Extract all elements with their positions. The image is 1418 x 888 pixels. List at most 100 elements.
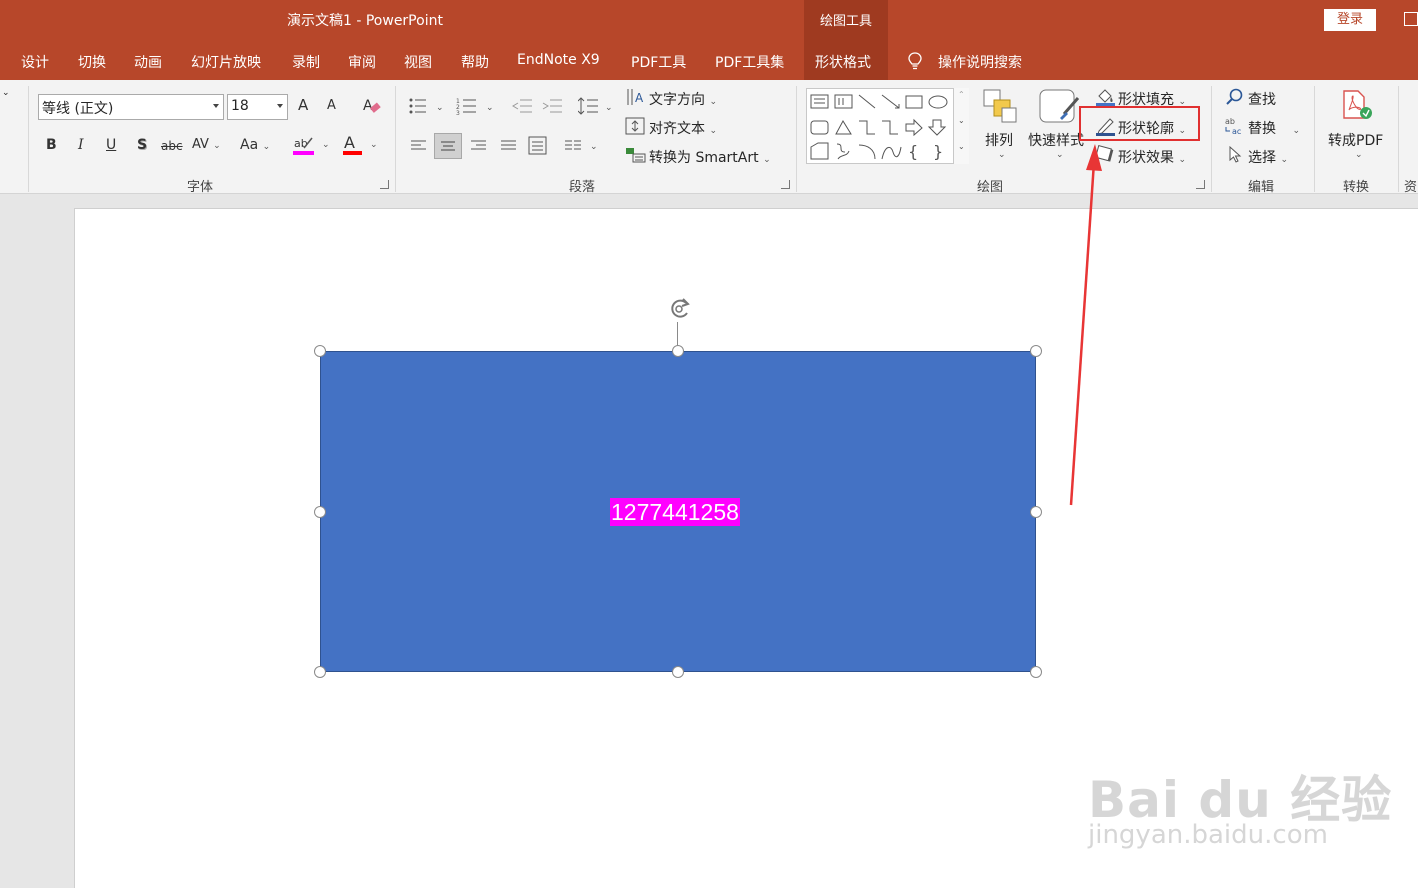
- character-spacing-button[interactable]: AV ⌄: [192, 137, 221, 152]
- font-name-value: 等线 (正文): [42, 101, 114, 117]
- login-button[interactable]: 登录: [1324, 9, 1376, 31]
- svg-text:⌄: ⌄: [322, 140, 330, 150]
- resize-handle-left[interactable]: [314, 506, 326, 518]
- highlight-color-icon[interactable]: ab ⌄: [292, 134, 332, 156]
- line-spacing-icon[interactable]: ⌄: [578, 96, 614, 116]
- restore-window-icon[interactable]: [1404, 12, 1418, 26]
- svg-text:⌄: ⌄: [486, 103, 494, 113]
- decrease-indent-icon[interactable]: [512, 98, 534, 116]
- title-bar: 演示文稿1 - PowerPoint 绘图工具 登录: [0, 0, 1418, 80]
- convert-group-label: 转换: [1343, 180, 1370, 195]
- grow-font-button[interactable]: A: [298, 96, 308, 114]
- resize-handle-bottom[interactable]: [672, 666, 684, 678]
- replace-button[interactable]: 替换 ⌄: [1248, 118, 1300, 138]
- gallery-down-icon[interactable]: ⌄: [958, 116, 965, 125]
- svg-text:⌄: ⌄: [605, 103, 613, 113]
- align-text-icon[interactable]: [625, 116, 647, 136]
- divider: [1398, 86, 1399, 192]
- ribbon-collapse-chevron-icon[interactable]: ⌄: [2, 88, 10, 98]
- svg-text:}: }: [933, 142, 943, 161]
- divider: [1314, 86, 1315, 192]
- italic-button[interactable]: I: [78, 137, 84, 153]
- cut-off-group-label: 资: [1404, 180, 1418, 195]
- shape-effects-button[interactable]: 形状效果 ⌄: [1118, 147, 1186, 167]
- shapes-gallery-icons: { }: [810, 94, 948, 161]
- align-right-icon[interactable]: [470, 138, 488, 154]
- numbering-icon[interactable]: 1 2 3 ⌄: [456, 96, 496, 116]
- drawing-group-label: 绘图: [977, 180, 1004, 195]
- tab-pdf-tools[interactable]: PDF工具: [631, 52, 686, 72]
- align-center-button[interactable]: [434, 133, 462, 159]
- font-size-value: 18: [231, 98, 249, 114]
- context-tab-label: 绘图工具: [819, 14, 872, 29]
- font-color-icon[interactable]: A ⌄: [342, 134, 382, 156]
- convert-smartart-label: 转换为 SmartArt: [649, 150, 759, 166]
- select-cursor-icon[interactable]: [1228, 146, 1244, 164]
- text-shadow-button[interactable]: S: [137, 137, 147, 153]
- distributed-icon[interactable]: [528, 136, 548, 156]
- find-button[interactable]: 查找: [1248, 89, 1276, 109]
- drawing-dialog-launcher[interactable]: [1196, 180, 1205, 189]
- strikethrough-button[interactable]: abc: [161, 139, 183, 153]
- replace-label: 替换: [1248, 121, 1276, 137]
- gallery-up-icon[interactable]: ⌃: [958, 90, 965, 99]
- shapes-gallery[interactable]: { }: [806, 88, 969, 164]
- columns-icon[interactable]: ⌄: [564, 138, 600, 154]
- tab-transitions[interactable]: 切换: [78, 52, 106, 72]
- change-case-button[interactable]: Aa ⌄: [240, 137, 270, 153]
- svg-text:ab: ab: [294, 137, 308, 150]
- tab-shape-format[interactable]: 形状格式: [804, 40, 888, 80]
- smartart-icon[interactable]: [625, 146, 647, 164]
- justify-icon[interactable]: [500, 138, 518, 154]
- resize-handle-top-right[interactable]: [1030, 345, 1042, 357]
- chevron-down-icon: [277, 104, 283, 108]
- paragraph-group-label: 段落: [569, 180, 596, 195]
- replace-icon[interactable]: ab ac: [1224, 116, 1246, 136]
- tab-slideshow[interactable]: 幻灯片放映: [191, 52, 261, 72]
- arrange-button[interactable]: 排列: [985, 130, 1013, 150]
- resize-handle-bottom-left[interactable]: [314, 666, 326, 678]
- arrange-icon[interactable]: [982, 88, 1018, 124]
- search-icon[interactable]: [1226, 88, 1244, 106]
- rotate-handle-icon[interactable]: [665, 295, 695, 323]
- tab-view[interactable]: 视图: [404, 52, 432, 72]
- font-size-combobox[interactable]: 18: [227, 94, 288, 120]
- clear-formatting-icon[interactable]: A: [362, 96, 382, 116]
- text-direction-button[interactable]: 文字方向 ⌄: [649, 89, 717, 109]
- resize-handle-right[interactable]: [1030, 506, 1042, 518]
- resize-handle-top[interactable]: [672, 345, 684, 357]
- bold-button[interactable]: B: [46, 137, 57, 153]
- convert-to-pdf-button[interactable]: 转成PDF: [1328, 130, 1383, 150]
- tab-animations[interactable]: 动画: [134, 52, 162, 72]
- tell-me-search[interactable]: 操作说明搜索: [938, 52, 1022, 72]
- shape-text[interactable]: 1277441258: [610, 498, 740, 526]
- tab-review[interactable]: 审阅: [348, 52, 376, 72]
- align-left-icon[interactable]: [410, 138, 428, 154]
- svg-text:A: A: [635, 91, 644, 105]
- font-name-combobox[interactable]: 等线 (正文): [38, 94, 224, 120]
- select-button[interactable]: 选择 ⌄: [1248, 147, 1288, 167]
- resize-handle-bottom-right[interactable]: [1030, 666, 1042, 678]
- tab-design[interactable]: 设计: [21, 52, 49, 72]
- align-text-button[interactable]: 对齐文本 ⌄: [649, 118, 717, 138]
- tab-help[interactable]: 帮助: [461, 52, 489, 72]
- increase-indent-icon[interactable]: [542, 98, 564, 116]
- paint-bucket-icon[interactable]: [1095, 86, 1117, 106]
- paragraph-dialog-launcher[interactable]: [781, 180, 790, 189]
- gallery-more-icon[interactable]: ⌄: [958, 142, 965, 151]
- resize-handle-top-left[interactable]: [314, 345, 326, 357]
- pdf-convert-icon[interactable]: [1340, 90, 1374, 122]
- svg-text:⌄: ⌄: [590, 142, 598, 152]
- font-dialog-launcher[interactable]: [380, 180, 389, 189]
- gallery-scroll-buttons[interactable]: ⌃ ⌄ ⌄: [953, 88, 969, 164]
- chevron-down-icon: [213, 104, 219, 108]
- convert-smartart-button[interactable]: 转换为 SmartArt ⌄: [649, 147, 771, 167]
- tab-pdf-toolset[interactable]: PDF工具集: [715, 52, 784, 72]
- text-direction-icon[interactable]: A: [625, 86, 647, 108]
- tab-record[interactable]: 录制: [292, 52, 320, 72]
- quick-styles-icon[interactable]: [1038, 88, 1082, 126]
- bullets-icon[interactable]: ⌄: [408, 96, 444, 116]
- underline-button[interactable]: U: [106, 137, 116, 153]
- shrink-font-button[interactable]: A: [327, 98, 336, 113]
- tab-endnote[interactable]: EndNote X9: [517, 52, 600, 68]
